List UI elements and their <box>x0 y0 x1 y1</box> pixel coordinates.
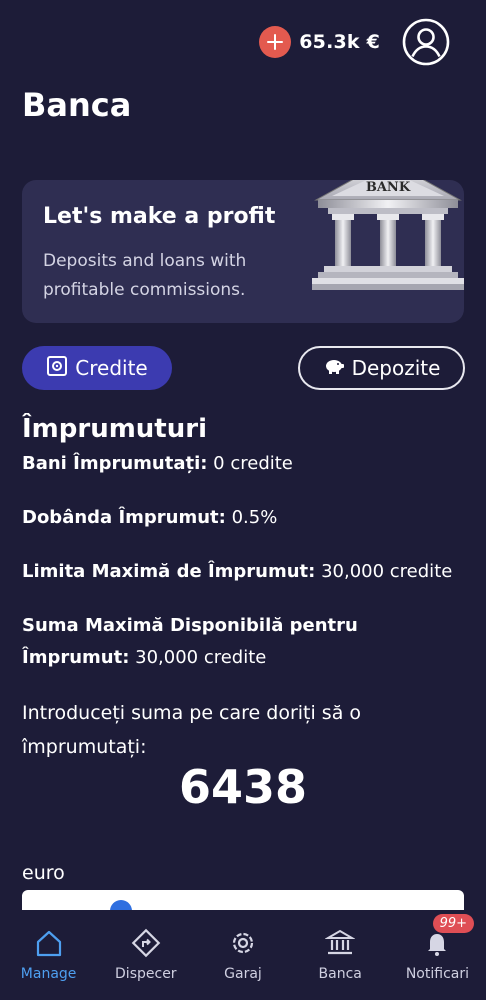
piggy-bank-icon <box>323 356 345 381</box>
safe-icon <box>46 355 68 382</box>
nav-item-manage[interactable]: Manage <box>0 910 97 1000</box>
section-title: Împrumuturi <box>22 414 207 444</box>
top-bar: 65.3k € <box>259 18 450 66</box>
interest-info: Dobânda Împrumut: 0.5% <box>22 502 472 534</box>
currency-label: euro <box>22 862 65 884</box>
tab-credite-label: Credite <box>75 356 148 380</box>
borrowed-value: 0 credite <box>207 453 293 474</box>
gear-icon <box>232 932 254 954</box>
bank-icon <box>325 929 356 955</box>
bottom-nav: Manage Dispecer Garaj Banca 99+ Notifica… <box>0 910 486 1000</box>
bank-building-icon: BANK <box>312 180 464 290</box>
limit-label: Limita Maximă de Împrumut: <box>22 561 316 582</box>
tab-depozite[interactable]: Depozite <box>298 346 465 390</box>
nav-label-banca: Banca <box>318 966 362 982</box>
bank-sign: BANK <box>366 180 411 195</box>
nav-label-manage: Manage <box>20 966 77 982</box>
tab-credite[interactable]: Credite <box>22 346 172 390</box>
interest-label: Dobânda Împrumut: <box>22 507 226 528</box>
balance-display: 65.3k € <box>299 31 380 53</box>
nav-item-garaj[interactable]: Garaj <box>194 910 291 1000</box>
page-title: Banca <box>22 86 132 124</box>
notification-badge: 99+ <box>432 914 475 933</box>
nav-item-banca[interactable]: Banca <box>292 910 389 1000</box>
nav-item-notificari[interactable]: 99+ Notificari <box>389 910 486 1000</box>
tab-depozite-label: Depozite <box>351 356 441 380</box>
limit-value: 30,000 credite <box>315 561 453 582</box>
nav-label-garaj: Garaj <box>224 966 262 982</box>
amount-prompt: Introduceți suma pe care doriți să o împ… <box>22 702 362 758</box>
available-value: 30,000 credite <box>129 647 267 668</box>
promo-banner: Let's make a profit Deposits and loans w… <box>22 180 464 323</box>
borrowed-label: Bani Împrumutați: <box>22 453 208 474</box>
plus-icon[interactable] <box>259 26 292 58</box>
amount-value: 6438 <box>178 760 308 814</box>
nav-item-dispecer[interactable]: Dispecer <box>97 910 194 1000</box>
nav-label-dispecer: Dispecer <box>115 966 177 982</box>
nav-label-notificari: Notificari <box>405 966 469 982</box>
banner-title: Let's make a profit <box>43 204 276 229</box>
available-info: Suma Maximă Disponibilă pentru Împrumut:… <box>22 610 382 674</box>
limit-info: Limita Maximă de Împrumut: 30,000 credit… <box>22 556 472 588</box>
directions-icon <box>131 928 161 958</box>
banner-subtitle: Deposits and loans with profitable commi… <box>43 251 247 300</box>
borrowed-info: Bani Împrumutați: 0 credite <box>22 448 472 480</box>
user-icon[interactable] <box>402 18 450 66</box>
interest-value: 0.5% <box>225 507 278 528</box>
home-icon <box>36 930 61 957</box>
